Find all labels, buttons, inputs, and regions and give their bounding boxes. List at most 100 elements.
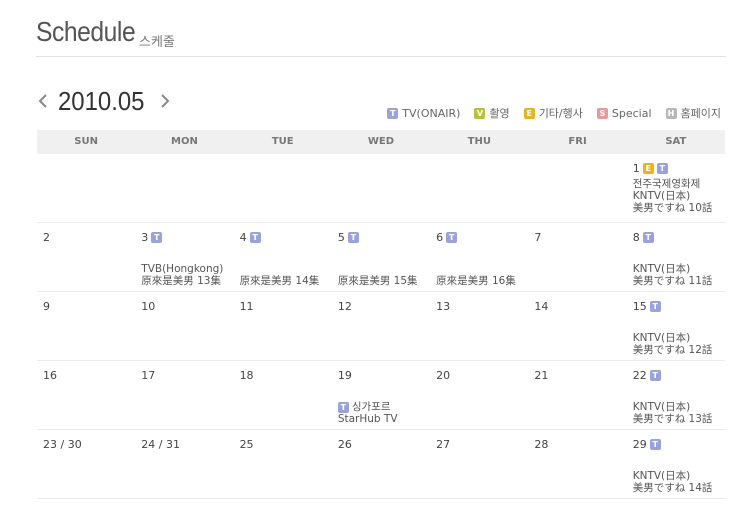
event-list[interactable]: KNTV(日本) 美男ですね 12話 bbox=[633, 332, 713, 356]
calendar-week: 9 10 11 12 13 14 15 T KNTV(日本) 美男ですね 12話 bbox=[37, 292, 725, 361]
calendar-day[interactable]: 22 T KNTV(日本) 美男ですね 13話 bbox=[627, 361, 725, 429]
legend-label: Special bbox=[611, 106, 652, 120]
calendar-day[interactable]: 15 T KNTV(日本) 美男ですね 12話 bbox=[627, 292, 725, 360]
calendar-day[interactable]: 19 T 싱가포르 StarHub TV bbox=[332, 361, 430, 429]
event-list[interactable]: 전주국제영화제 KNTV(日本) 美男ですね 10話 bbox=[633, 178, 713, 214]
calendar: SUN MON TUE WED THU FRI SAT 1 E T 전주국제영화제 KNTV(日本)… bbox=[37, 130, 725, 499]
calendar-day[interactable]: 23 / 30 bbox=[37, 430, 135, 498]
event-text: TVB(Hongkong) bbox=[141, 263, 224, 275]
calendar-day[interactable]: 29 T KNTV(日本) 美男ですね 14話 bbox=[627, 430, 725, 498]
event-badge-t[interactable]: T bbox=[649, 370, 661, 381]
event-text: 美男ですね 11話 bbox=[632, 275, 713, 287]
chevron-right-icon[interactable] bbox=[158, 91, 172, 111]
calendar-day[interactable]: 6 T 原來是美男 16集 bbox=[430, 223, 528, 291]
day-number: 15 bbox=[632, 300, 647, 313]
calendar-day[interactable]: 7 bbox=[528, 223, 626, 291]
calendar-day[interactable]: 12 bbox=[332, 292, 430, 360]
day-header: 2 bbox=[43, 231, 135, 244]
day-number: 13 bbox=[436, 300, 451, 313]
calendar-day[interactable]: 21 bbox=[528, 361, 626, 429]
calendar-week: 16 17 18 19 T 싱가포르 StarHub TV 20 21 22 T KNTV(日本) 美男… bbox=[37, 361, 725, 430]
calendar-day[interactable]: 4 T 原來是美男 14集 bbox=[234, 223, 332, 291]
calendar-day[interactable]: 5 T 原來是美男 15集 bbox=[332, 223, 430, 291]
day-number: 17 bbox=[141, 369, 156, 382]
event-badge-t[interactable]: T bbox=[649, 301, 661, 312]
event-badge-t[interactable]: T bbox=[656, 163, 668, 174]
event-list[interactable]: 原來是美男 16集 bbox=[436, 275, 516, 287]
legend: T TV(ONAIR) V 촬영 E 기타/행사 S Special H 홈페이지 bbox=[387, 105, 721, 121]
event-text: KNTV(日本) bbox=[632, 263, 691, 275]
calendar-day[interactable]: 24 / 31 bbox=[135, 430, 233, 498]
event-badge-e[interactable]: E bbox=[642, 163, 654, 174]
event-badge-t: T bbox=[387, 107, 399, 119]
legend-label: TV(ONAIR) bbox=[402, 106, 461, 120]
day-header: 14 bbox=[534, 300, 626, 313]
calendar-day bbox=[430, 154, 528, 222]
event-text: 美男ですね 14話 bbox=[632, 482, 713, 494]
event-list[interactable]: KNTV(日本) 美男ですね 14話 bbox=[633, 470, 713, 494]
page-title: Schedule bbox=[36, 16, 136, 47]
calendar-day[interactable]: 26 bbox=[332, 430, 430, 498]
event-badge-t[interactable]: T bbox=[446, 232, 458, 243]
event-list[interactable]: TVB(Hongkong) 原來是美男 13集 bbox=[141, 263, 223, 287]
legend-label: 홈페이지 bbox=[680, 107, 721, 120]
weekday-tue: TUE bbox=[271, 136, 294, 147]
calendar-day[interactable]: 13 bbox=[430, 292, 528, 360]
day-header: 28 bbox=[534, 438, 626, 451]
event-text: KNTV(日本) bbox=[632, 332, 691, 344]
day-header: 15 T bbox=[633, 300, 725, 313]
calendar-day[interactable]: 18 bbox=[234, 361, 332, 429]
calendar-day[interactable]: 16 bbox=[37, 361, 135, 429]
day-header: 23 / 30 bbox=[43, 438, 135, 451]
legend-item: E 기타/행사 bbox=[523, 105, 583, 121]
calendar-week: 23 / 30 24 / 31 25 26 27 28 29 T KNTV(日本) 美男ですね 1… bbox=[37, 430, 725, 499]
calendar-day[interactable]: 11 bbox=[234, 292, 332, 360]
event-badge-t[interactable]: T bbox=[337, 401, 349, 413]
calendar-day[interactable]: 28 bbox=[528, 430, 626, 498]
weekday-mon: MON bbox=[171, 136, 198, 147]
day-number: 3 bbox=[141, 231, 149, 244]
day-number: 2 bbox=[43, 231, 50, 244]
event-badge-h: H bbox=[665, 107, 677, 119]
day-header: 17 bbox=[141, 369, 233, 382]
event-text: 原來是美男 15集 bbox=[337, 275, 418, 287]
day-number: 25 bbox=[239, 438, 254, 451]
day-header: 19 bbox=[338, 369, 430, 382]
event-list[interactable]: KNTV(日本) 美男ですね 13話 bbox=[633, 401, 713, 425]
calendar-day[interactable]: 14 bbox=[528, 292, 626, 360]
day-header: 6T bbox=[436, 231, 528, 244]
chevron-left-icon[interactable] bbox=[36, 91, 50, 111]
calendar-day[interactable]: 8 T KNTV(日本) 美男ですね 11話 bbox=[627, 223, 725, 291]
event-badge-t[interactable]: T bbox=[642, 232, 654, 243]
event-text: 原來是美男 16集 bbox=[436, 275, 516, 287]
month-navigation: 2010.05 bbox=[36, 86, 172, 116]
calendar-day[interactable]: 25 bbox=[234, 430, 332, 498]
event-list[interactable]: KNTV(日本) 美男ですね 11話 bbox=[633, 263, 713, 287]
calendar-day[interactable]: 1 E T 전주국제영화제 KNTV(日本) 美男ですね 10話 bbox=[627, 154, 725, 222]
event-list[interactable]: 原來是美男 15集 bbox=[338, 275, 418, 287]
event-badge-v: V bbox=[474, 107, 486, 119]
event-badge-t[interactable]: T bbox=[347, 232, 359, 243]
calendar-day[interactable]: 17 bbox=[135, 361, 233, 429]
calendar-day[interactable]: 10 bbox=[135, 292, 233, 360]
calendar-day[interactable]: 9 bbox=[37, 292, 135, 360]
day-number: 8 bbox=[632, 231, 640, 244]
calendar-day[interactable]: 20 bbox=[430, 361, 528, 429]
day-number: 10 bbox=[141, 300, 156, 313]
day-number: 18 bbox=[239, 369, 254, 382]
calendar-day bbox=[135, 154, 233, 222]
event-badge-t[interactable]: T bbox=[649, 439, 661, 450]
calendar-day[interactable]: 2 bbox=[37, 223, 135, 291]
calendar-day bbox=[234, 154, 332, 222]
day-header: 21 bbox=[534, 369, 626, 382]
event-text: 美男ですね 10話 bbox=[632, 202, 713, 214]
calendar-day[interactable]: 3 T TVB(Hongkong) 原來是美男 13集 bbox=[135, 223, 233, 291]
day-number: 24 / 31 bbox=[141, 438, 180, 451]
event-badge-t[interactable]: T bbox=[151, 232, 163, 243]
calendar-day[interactable]: 27 bbox=[430, 430, 528, 498]
event-badge-t[interactable]: T bbox=[249, 232, 261, 243]
event-list[interactable]: T 싱가포르 StarHub TV bbox=[337, 401, 398, 425]
event-text: T 싱가포르 bbox=[337, 401, 398, 413]
day-number: 9 bbox=[43, 300, 50, 313]
event-list[interactable]: 原來是美男 14集 bbox=[240, 275, 320, 287]
